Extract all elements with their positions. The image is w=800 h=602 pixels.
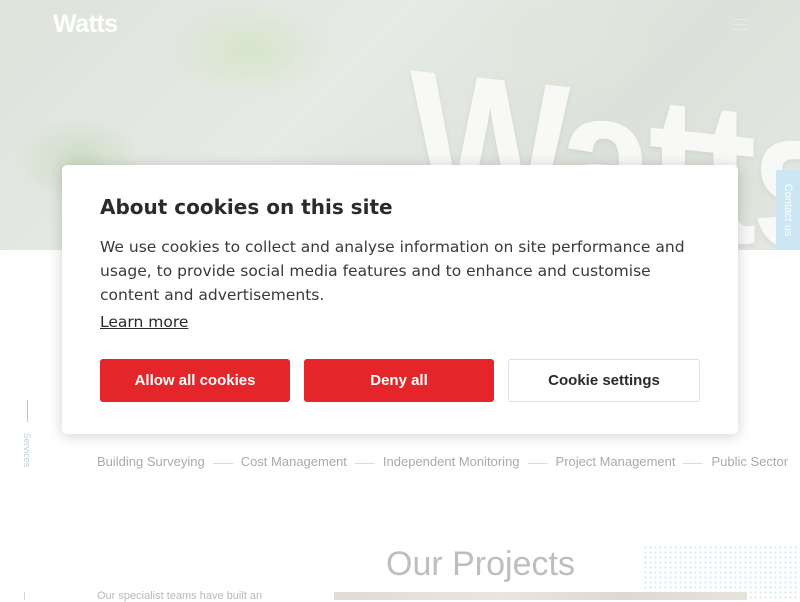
allow-all-cookies-button[interactable]: Allow all cookies [100,359,290,402]
cookie-settings-button[interactable]: Cookie settings [508,359,700,402]
deny-all-button[interactable]: Deny all [304,359,494,402]
cookie-dialog-body: We use cookies to collect and analyse in… [100,238,685,304]
cookie-dialog-title: About cookies on this site [100,195,393,219]
cookie-dialog: About cookies on this site We use cookie… [62,165,738,434]
learn-more-link[interactable]: Learn more [100,313,188,331]
